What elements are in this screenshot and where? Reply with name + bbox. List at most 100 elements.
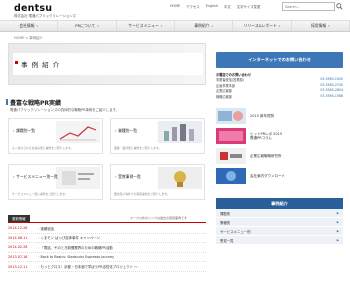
side-item-label: 業種別	[220, 220, 231, 225]
nav-recruit[interactable]: 採用情報 ▾	[292, 21, 350, 31]
news-date: 2014.12.26	[8, 226, 28, 231]
side-menu-title[interactable]: 事例紹介	[216, 198, 343, 209]
card-description: よく寄せられるお悩み別に事例をご紹介します。	[12, 146, 74, 150]
contact-label: 戦略広報部	[216, 94, 232, 99]
site-header: dentsu 株式会社 電通パブリックリレーションズ HOME アクセス Eng…	[0, 0, 350, 20]
promo-institute[interactable]: 企業広報戦略研究所	[216, 147, 343, 165]
news-item[interactable]: 2014.06.11 くまモン はっぴ自体事件 キャンペーン	[8, 234, 206, 244]
card-image	[56, 167, 100, 189]
page-banner: 事 例 紹 介	[8, 43, 206, 85]
side-item-label: サービスメニュー別	[220, 229, 251, 234]
link-english[interactable]: English	[206, 4, 218, 9]
side-item-service[interactable]: サービスメニュー別 ▶	[216, 227, 343, 236]
card-image	[158, 167, 202, 189]
card-image	[158, 121, 202, 143]
side-item-industry[interactable]: 業種別 ▶	[216, 218, 343, 227]
card-image	[56, 121, 100, 143]
side-item-awards[interactable]: 受賞一覧 ▶	[216, 236, 343, 245]
nav-cases[interactable]: 事例紹介 ▾	[175, 21, 234, 31]
utility-links: HOME アクセス English 中文 文字サイズ変更	[170, 4, 260, 9]
page: dentsu 株式会社 電通パブリックリレーションズ HOME アクセス Eng…	[0, 0, 350, 287]
news-date: 2014.06.11	[8, 235, 28, 240]
side-item-label: 課題別	[220, 211, 231, 216]
card-awards[interactable]: 受賞事例一覧 国内及び海外での受賞事例をご紹介します。	[110, 164, 205, 200]
chevron-right-icon: ▶	[336, 220, 339, 224]
page-title: 事 例 紹 介	[21, 61, 61, 69]
chevron-down-icon: ▾	[211, 24, 213, 28]
nav-label: サービスメニュー	[128, 23, 159, 28]
chevron-right-icon: ▶	[336, 238, 339, 242]
nav-release[interactable]: リリース&レポート ▾	[233, 21, 292, 31]
chevron-right-icon: ▶	[336, 229, 339, 233]
promo-brochure[interactable]: 会社案内ダウンロード	[216, 167, 343, 185]
promo-hitpr[interactable]: ヒットPRレポ 2015 電通PRコラム	[216, 127, 343, 145]
contact-row: 戦略広報部 03-5565-1566	[216, 94, 343, 99]
side-item-issue[interactable]: 課題別 ▶	[216, 209, 343, 218]
news-item[interactable]: 2013.07.16 Back to Basics: Starbucks Espr…	[8, 253, 206, 263]
section-description: 電通パブリックリレーションズの具体的な戦略PR事例をご紹介します。	[10, 108, 120, 112]
news-date: 2014.02.26	[8, 245, 28, 250]
card-by-industry[interactable]: 業種別一覧 業種・業界別に事例をご紹介します。	[110, 118, 205, 154]
promo-banner-image	[216, 128, 246, 144]
nav-pr[interactable]: PRについて ▾	[58, 21, 117, 31]
link-home[interactable]: HOME	[170, 4, 180, 9]
company-name: 株式会社 電通パブリックリレーションズ	[14, 14, 76, 18]
nav-label: PRについて	[75, 23, 96, 28]
news-title[interactable]: 実績追加	[38, 226, 54, 231]
nav-company[interactable]: 会社情報 ▾	[0, 21, 59, 31]
promo-text: ヒットPRレポ 2015 電通PRコラム	[250, 132, 282, 141]
news-item[interactable]: 2013.12.11 もっとクロス！京都・日本酒で学ぼうPR活性化プロジェクト ～	[8, 262, 206, 272]
card-label: 受賞事例一覧	[115, 174, 141, 180]
card-description: 業種・業界別に事例をご紹介します。	[114, 146, 162, 150]
promo-newyear[interactable]: 2015 新年賀詞	[216, 107, 343, 125]
search-input[interactable]	[282, 2, 335, 11]
breadcrumb[interactable]: HOME > 事例紹介	[14, 35, 43, 40]
contact-list: お電話でのお問い合わせ 事業者統括(営業部) 03-5565-1000 企画事業本…	[216, 72, 343, 99]
side-item-label: 受賞一覧	[220, 238, 234, 243]
contact-phone[interactable]: 03-5565-1566	[320, 94, 343, 99]
promo-text: 2015 新年賀詞	[250, 113, 275, 118]
link-access[interactable]: アクセス	[186, 4, 199, 9]
news-date: 2013.07.16	[8, 255, 28, 260]
promo-banner-image	[216, 148, 246, 164]
promo-banner-image	[216, 168, 246, 184]
card-label: サービスメニュー別一覧	[13, 174, 58, 180]
card-by-service[interactable]: サービスメニュー別一覧 サービスメニュー別に事例をご紹介します。	[8, 164, 103, 200]
chevron-down-icon: ▾	[36, 24, 39, 28]
news-divider	[8, 222, 206, 223]
promo-text: 会社案内ダウンロード	[250, 173, 285, 178]
news-title[interactable]: Back to Basics: Starbucks Espresso Journ…	[38, 255, 114, 259]
chevron-down-icon: ▾	[328, 24, 330, 28]
card-label: 課題別一覧	[13, 128, 35, 134]
promo-text: 企業広報戦略研究所	[250, 153, 282, 158]
news-note: マーク以外のリンクは過去の受賞事例です	[130, 216, 188, 220]
promo-line: 電通PRコラム	[250, 136, 272, 140]
news-title[interactable]: くまモン はっぴ自体事件 キャンペーン	[38, 235, 100, 240]
card-description: サービスメニュー別に事例をご紹介します。	[12, 192, 68, 196]
side-menu: 課題別 ▶ 業種別 ▶ サービスメニュー別 ▶ 受賞一覧 ▶	[216, 209, 343, 245]
news-list: 2014.12.26 実績追加 2014.06.11 くまモン はっぴ自体事件 キャ…	[8, 224, 206, 272]
news-tab[interactable]: 更新情報	[8, 215, 30, 222]
banner-marker	[15, 61, 18, 64]
nav-label: 採用情報	[310, 23, 327, 28]
news-title[interactable]: もっとクロス！京都・日本酒で学ぼうPR活性化プロジェクト ～	[38, 264, 137, 269]
card-description: 国内及び海外での受賞事例をご紹介します。	[114, 192, 170, 196]
card-label: 業種別一覧	[115, 128, 137, 134]
nav-label: リリース&レポート	[243, 23, 277, 28]
chevron-down-icon: ▾	[278, 24, 281, 28]
search-icon[interactable]	[336, 3, 343, 10]
news-item[interactable]: 2014.02.26 「電話、そのとき新聞業界のための戦略PR活動	[8, 243, 206, 253]
link-chinese[interactable]: 中文	[224, 4, 231, 9]
nav-label: 事例紹介	[194, 23, 210, 28]
section-title: 豊富な戦略PR実績	[5, 99, 62, 107]
link-font-size[interactable]: 文字サイズ変更	[237, 4, 261, 9]
chevron-down-icon: ▾	[160, 24, 163, 28]
news-title[interactable]: 「電話、そのとき新聞業界のための戦略PR活動	[38, 245, 112, 250]
global-nav: 会社情報 ▾ PRについて ▾ サービスメニュー ▾ 事例紹介 ▾ リリース&レポート ▾…	[0, 20, 350, 32]
news-item[interactable]: 2014.12.26 実績追加	[8, 224, 206, 234]
chevron-right-icon: ▶	[336, 211, 339, 215]
nav-service[interactable]: サービスメニュー ▾	[117, 21, 175, 31]
card-by-issue[interactable]: 課題別一覧 よく寄せられるお悩み別に事例をご紹介します。	[8, 118, 103, 154]
inquiry-button[interactable]: インターネットでのお問い合わせ	[216, 52, 343, 68]
promo-banner-image	[216, 108, 246, 124]
